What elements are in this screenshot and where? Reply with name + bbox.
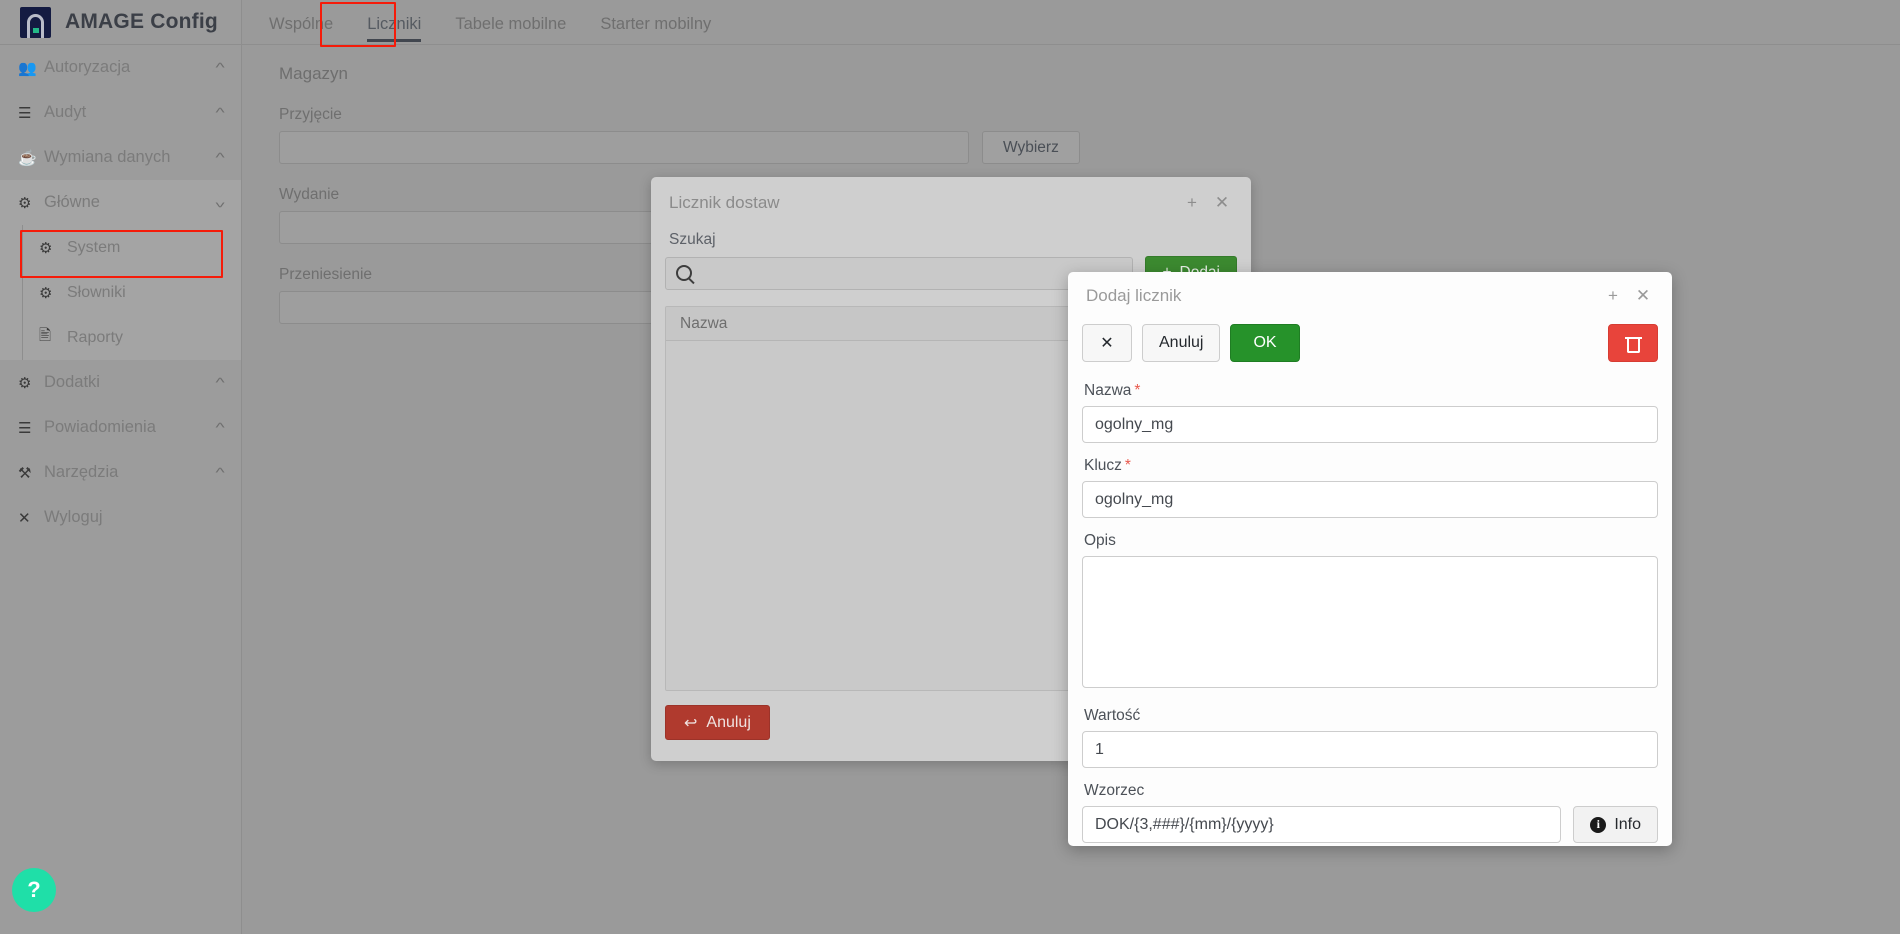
sidebar-item-narzedzia[interactable]: ⚒ Narzędzia ^ [0,450,241,495]
close-icon[interactable]: ✕ [1628,286,1658,306]
gear-icon: ⚙ [39,284,67,302]
report-file-icon: 🖹 [39,325,67,350]
add-counter-dialog: Dodaj licznik + ✕ ✕ Anuluj OK Nazwa* Klu… [1068,272,1672,846]
sidebar-item-label: Powiadomienia [44,418,217,437]
users-icon: 👥 [18,59,44,77]
sidebar-item-label: Autoryzacja [44,58,217,77]
add-dialog-toolbar: ✕ Anuluj OK [1082,324,1658,362]
required-asterisk: * [1134,382,1140,399]
maximize-plus-icon[interactable]: + [1598,286,1628,306]
trash-icon [1627,336,1640,351]
import-icon: ☕ [18,149,44,167]
sidebar-item-audyt[interactable]: ☰ Audyt ^ [0,90,241,135]
counter-cancel-label: Anuluj [706,714,750,732]
chevron-up-icon[interactable]: ^ [215,150,224,165]
sidebar-item-powiadomienia[interactable]: ☰ Powiadomienia ^ [0,405,241,450]
sidebar-item-label: Narzędzia [44,463,217,482]
gear-icon: ⚙ [39,239,67,257]
add-dialog-title: Dodaj licznik [1082,286,1598,306]
amage-logo-icon [20,7,51,38]
tab-liczniki[interactable]: Liczniki [350,15,438,44]
list-icon: ☰ [18,104,44,122]
sidebar-item-wyloguj[interactable]: ✕ Wyloguj [0,495,241,540]
chevron-up-icon[interactable]: ^ [215,465,224,480]
chevron-up-icon[interactable]: ^ [215,375,224,390]
page-title: Magazyn [279,64,1876,84]
nav-group-top: 👥 Autoryzacja ^ ☰ Audyt ^ ☕ Wymiana dany… [0,45,241,540]
sidebar-subitem-label: System [67,239,223,257]
przyjecie-wybierz-button[interactable]: Wybierz [982,131,1080,164]
sidebar-item-label: Audyt [44,103,217,122]
counter-cancel-button[interactable]: ↩ Anuluj [665,705,770,740]
brand-title: AMAGE Config [65,10,218,34]
sidebar-item-label: Wymiana danych [44,148,217,167]
close-icon[interactable]: ✕ [1207,193,1237,213]
arrow-back-icon: ↩ [684,713,697,733]
label-nazwa-text: Nazwa [1084,382,1131,399]
ok-button[interactable]: OK [1230,324,1299,362]
sidebar-item-label: Wyloguj [44,508,223,527]
field-label-przyjecie: Przyjęcie [279,106,1876,124]
close-button[interactable]: ✕ [1082,324,1132,362]
sidebar-item-wymiana-danych[interactable]: ☕ Wymiana danych ^ [0,135,241,180]
field-row-przyjecie: Wybierz [279,131,1876,164]
wzorzec-row: i Info [1082,806,1658,843]
label-wartosc: Wartość [1084,707,1658,725]
info-button[interactable]: i Info [1573,806,1658,843]
sidebar-subitem-label: Raporty [67,329,223,347]
sidebar-item-glowne[interactable]: ⚙ Główne ^ [0,180,241,225]
required-asterisk: * [1125,457,1131,474]
cancel-button[interactable]: Anuluj [1142,324,1220,362]
maximize-plus-icon[interactable]: + [1177,193,1207,213]
sidebar-item-label: Główne [44,193,217,212]
klucz-input[interactable] [1082,481,1658,518]
help-button[interactable]: ? [12,868,56,912]
info-icon: i [1590,817,1606,833]
chevron-up-icon[interactable]: ^ [215,60,224,75]
search-input[interactable] [665,257,1133,290]
nazwa-input[interactable] [1082,406,1658,443]
chevron-down-icon[interactable]: ^ [215,195,224,210]
top-tabbar: Wspólne Liczniki Tabele mobilne Starter … [242,0,1900,45]
brand-header: AMAGE Config [0,0,241,45]
sidebar-item-system[interactable]: ⚙ System [22,225,241,270]
counter-dialog-header: Licznik dostaw + ✕ [665,193,1237,213]
gear-icon: ⚙ [18,194,44,212]
sidebar-item-dodatki[interactable]: ⚙ Dodatki ^ [0,360,241,405]
close-x-icon: ✕ [18,509,44,527]
sidebar-item-label: Dodatki [44,373,217,392]
tab-wspolne[interactable]: Wspólne [252,15,350,44]
search-label: Szukaj [669,231,1237,249]
label-wzorzec: Wzorzec [1084,782,1658,800]
tab-starter-mobilny[interactable]: Starter mobilny [583,15,728,44]
add-dialog-header: Dodaj licznik + ✕ [1082,286,1658,306]
chevron-up-icon[interactable]: ^ [215,105,224,120]
sidebar-subnav-glowne: ⚙ System ⚙ Słowniki 🖹 Raporty [0,225,241,360]
list-icon: ☰ [18,419,44,437]
search-icon [676,265,692,281]
opis-textarea[interactable] [1082,556,1658,688]
info-label: Info [1614,816,1641,834]
label-opis: Opis [1084,532,1658,550]
plugins-icon: ⚙ [18,374,44,392]
label-nazwa: Nazwa* [1084,382,1658,400]
counter-dialog-title: Licznik dostaw [665,193,1177,213]
tab-tabele-mobilne[interactable]: Tabele mobilne [438,15,583,44]
sidebar-item-raporty[interactable]: 🖹 Raporty [22,315,241,360]
label-klucz-text: Klucz [1084,457,1122,474]
wzorzec-input[interactable] [1082,806,1561,843]
przyjecie-input[interactable] [279,131,969,164]
label-klucz: Klucz* [1084,457,1658,475]
wartosc-input[interactable] [1082,731,1658,768]
chevron-up-icon[interactable]: ^ [215,420,224,435]
sidebar-item-slowniki[interactable]: ⚙ Słowniki [22,270,241,315]
delete-button[interactable] [1608,324,1658,362]
sidebar-item-autoryzacja[interactable]: 👥 Autoryzacja ^ [0,45,241,90]
sidebar: AMAGE Config 👥 Autoryzacja ^ ☰ Audyt ^ ☕… [0,0,242,934]
sidebar-subitem-label: Słowniki [67,284,223,302]
tools-icon: ⚒ [18,464,44,482]
